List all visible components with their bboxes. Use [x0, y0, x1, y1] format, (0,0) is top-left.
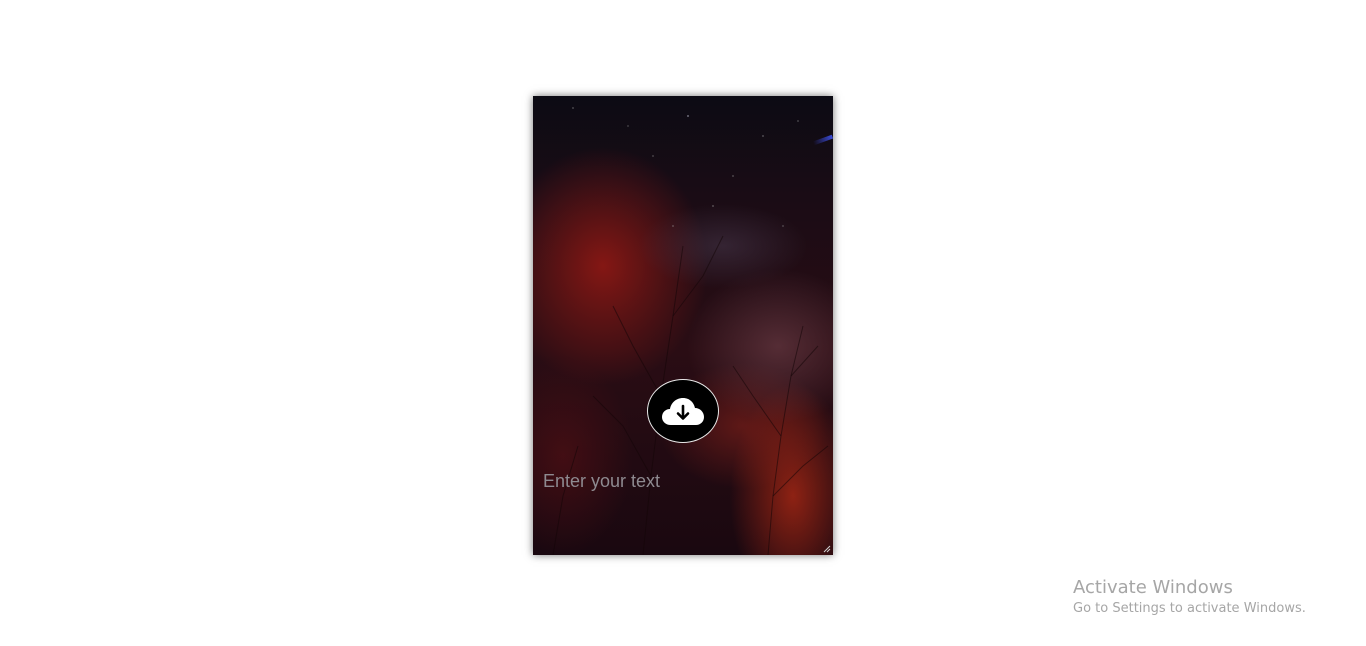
cloud-download-icon — [662, 398, 704, 425]
page: Activate Windows Go to Settings to activ… — [0, 0, 1366, 646]
activate-windows-watermark: Activate Windows Go to Settings to activ… — [1073, 577, 1306, 618]
download-button[interactable] — [647, 379, 719, 443]
image-card — [533, 96, 833, 555]
watermark-subtitle: Go to Settings to activate Windows. — [1073, 601, 1306, 616]
resize-handle-icon[interactable] — [823, 545, 831, 553]
watermark-title: Activate Windows — [1073, 577, 1233, 598]
text-input[interactable] — [533, 466, 833, 555]
